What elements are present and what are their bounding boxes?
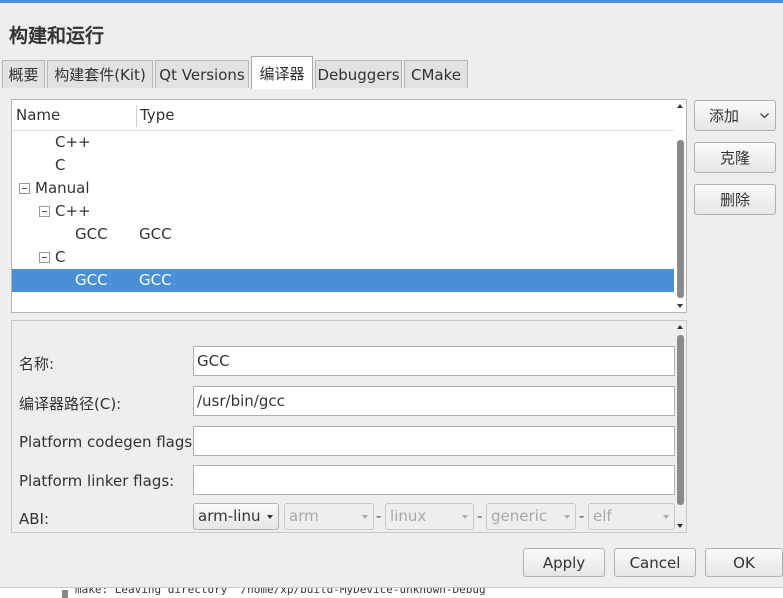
tree-row-manual-cpp[interactable]: C++ (12, 200, 674, 223)
tree-row-name: C (55, 248, 66, 266)
tab-debuggers[interactable]: Debuggers (315, 60, 402, 88)
add-button-label: 添加 (709, 107, 740, 125)
chevron-down-icon (564, 515, 570, 519)
tree-row-name: C (55, 156, 66, 174)
tree-row-name: GCC (75, 271, 108, 289)
scrollbar-thumb[interactable] (677, 335, 684, 505)
compiler-details-panel: 名称: GCC 编译器路径(C): /usr/bin/gcc Platform … (11, 320, 687, 533)
chevron-down-icon (760, 113, 769, 119)
scroll-down-icon[interactable] (677, 524, 683, 528)
tree-row-name: GCC (75, 225, 108, 243)
tree-row-auto-c[interactable]: C (12, 154, 674, 177)
chevron-down-icon (362, 515, 368, 519)
column-header-type[interactable]: Type (140, 100, 174, 130)
abi-separator: - (376, 507, 382, 525)
name-label: 名称: (19, 355, 55, 373)
abi-os-select[interactable]: linux (385, 503, 474, 530)
collapse-icon[interactable] (19, 183, 30, 194)
tree-row-manual-c[interactable]: C (12, 246, 674, 269)
chevron-down-icon (267, 515, 273, 519)
remove-button[interactable]: 删除 (694, 184, 776, 215)
output-marker (62, 590, 68, 598)
tree-row-name: C++ (55, 202, 91, 220)
tab-cmake[interactable]: CMake (404, 60, 468, 88)
tree-row-type: GCC (139, 225, 172, 243)
abi-os-value: linux (390, 507, 427, 525)
chevron-down-icon (663, 515, 669, 519)
compiler-path-label: 编译器路径(C): (19, 395, 122, 413)
scroll-up-icon[interactable] (677, 104, 683, 108)
name-field[interactable]: GCC (193, 346, 675, 376)
abi-separator: - (579, 507, 585, 525)
tab-qt-versions[interactable]: Qt Versions (155, 60, 249, 88)
tab-compilers[interactable]: 编译器 (251, 56, 313, 89)
tree-scrollbar[interactable] (675, 100, 686, 312)
abi-arch-select[interactable]: arm (284, 503, 374, 530)
abi-separator: - (477, 507, 483, 525)
cancel-button[interactable]: Cancel (614, 548, 696, 577)
page-title: 构建和运行 (9, 25, 105, 47)
add-button[interactable]: 添加 (694, 100, 776, 131)
linker-flags-label: Platform linker flags: (19, 472, 175, 490)
abi-flavor-value: generic (491, 507, 548, 525)
options-dialog: 构建和运行 概要 构建套件(Kit) Qt Versions 编译器 Debug… (0, 3, 783, 588)
scroll-up-icon[interactable] (677, 325, 683, 329)
compile-output-strip: make: Leaving directory '/home/xp/build-… (0, 588, 783, 598)
apply-button[interactable]: Apply (523, 548, 605, 577)
tree-row-auto-cpp[interactable]: C++ (12, 131, 674, 154)
abi-select-value: arm-linux (198, 507, 260, 525)
compile-output-line: make: Leaving directory '/home/xp/build-… (75, 588, 493, 596)
codegen-flags-label: Platform codegen flags: (19, 433, 198, 451)
column-divider[interactable] (136, 105, 137, 127)
tab-kits[interactable]: 构建套件(Kit) (47, 60, 153, 88)
abi-format-value: elf (593, 507, 612, 525)
column-header-name[interactable]: Name (16, 100, 60, 130)
tree-row-manual-cpp-gcc[interactable]: GCC GCC (12, 223, 674, 246)
scrollbar-thumb[interactable] (677, 140, 684, 298)
compiler-path-field[interactable]: /usr/bin/gcc (193, 386, 675, 416)
compiler-tree[interactable]: Name Type C++ C Manual C++ GCC GCC C GCC… (11, 99, 687, 313)
abi-arch-value: arm (289, 507, 319, 525)
tree-row-type: GCC (139, 271, 172, 289)
tree-row-name: Manual (35, 179, 90, 197)
linker-flags-field[interactable] (193, 465, 675, 495)
abi-flavor-select[interactable]: generic (486, 503, 576, 530)
tree-row-name: C++ (55, 133, 91, 151)
tab-overview[interactable]: 概要 (2, 60, 45, 88)
tree-row-manual[interactable]: Manual (12, 177, 674, 200)
clone-button[interactable]: 克隆 (694, 142, 776, 173)
abi-format-select[interactable]: elf (588, 503, 675, 530)
abi-label: ABI: (19, 510, 50, 528)
details-scrollbar[interactable] (675, 321, 686, 532)
tree-row-manual-c-gcc[interactable]: GCC GCC (12, 269, 674, 292)
chevron-down-icon (462, 515, 468, 519)
collapse-icon[interactable] (39, 252, 50, 263)
collapse-icon[interactable] (39, 206, 50, 217)
codegen-flags-field[interactable] (193, 426, 675, 456)
abi-select[interactable]: arm-linux (193, 503, 279, 530)
scroll-down-icon[interactable] (677, 304, 683, 308)
ok-button[interactable]: OK (705, 548, 783, 577)
